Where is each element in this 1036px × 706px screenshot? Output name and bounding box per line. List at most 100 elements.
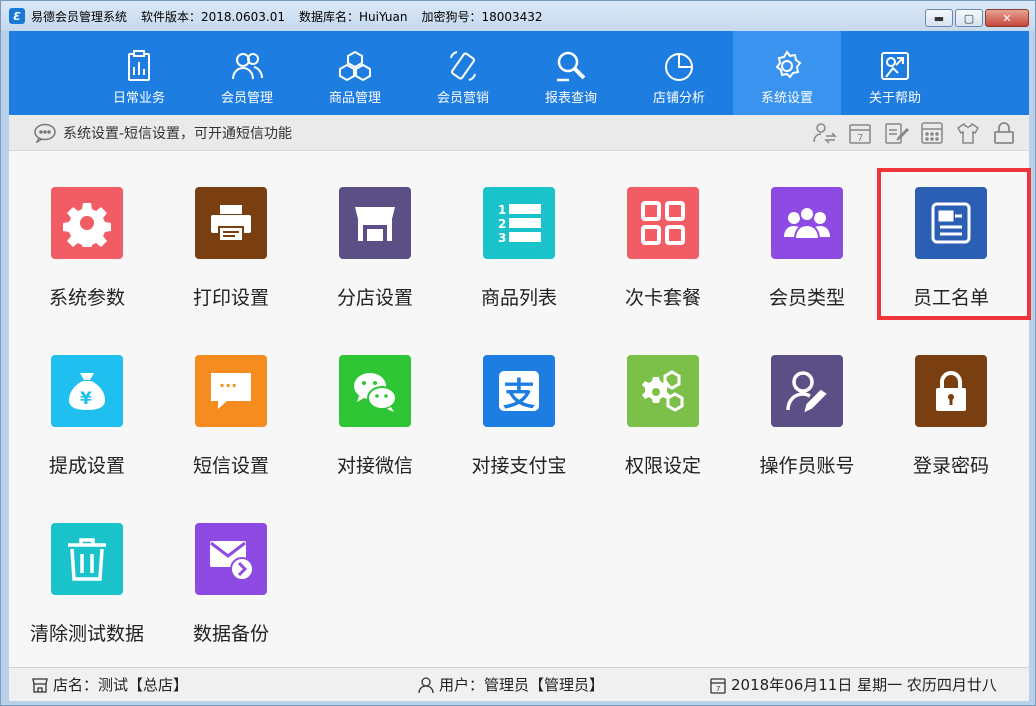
tile-icon-bg [339, 355, 411, 427]
tile-label: 登录密码 [912, 455, 989, 477]
tile-operator-accounts[interactable]: 操作员账号 [735, 319, 879, 479]
tile-label: 打印设置 [192, 287, 269, 309]
nav-item-reports[interactable]: 报表查询 [517, 31, 625, 115]
store-icon [32, 677, 48, 693]
app-name: 易德会员管理系统 [31, 9, 128, 24]
tile-icon-bg [339, 187, 411, 259]
nav-label: 商品管理 [328, 91, 381, 106]
status-user: 用户：管理员【管理员】 [417, 674, 604, 695]
breadcrumb-text: 系统设置-短信设置，可开通短信功能 [63, 125, 293, 142]
tile-icon-bg [627, 187, 699, 259]
tile-icon-bg [195, 187, 267, 259]
window-controls: ▬ ▢ ✕ [925, 9, 1029, 27]
dots-glyph: ··· [219, 376, 237, 395]
tile-icon-bg [51, 523, 123, 595]
tile-label: 系统参数 [48, 287, 125, 309]
user-name: 用户：管理员【管理员】 [439, 676, 605, 694]
settings-grid: 系统参数 打印设置 分店设置 123 商品列表 次卡套餐 会员类型 员工名单 ¥… [9, 151, 1031, 667]
calendar-icon[interactable]: 7 [847, 121, 873, 145]
status-bar: 店名：测试【总店】 用户：管理员【管理员】 7 2018年06月11日 星期一 … [9, 667, 1029, 701]
user-icon [418, 676, 434, 693]
svg-text:1: 1 [498, 203, 506, 217]
phone-icon [450, 51, 476, 81]
tile-icon-bg [771, 355, 843, 427]
tile-label: 操作员账号 [759, 455, 855, 477]
tile-label: 对接微信 [336, 455, 413, 477]
tile-icon-bg [915, 355, 987, 427]
shirt-icon[interactable] [955, 121, 981, 145]
tile-icon-bg: 支 [483, 355, 555, 427]
close-button[interactable]: ✕ [985, 9, 1029, 27]
magnifier-icon [557, 51, 586, 82]
lock-open-icon[interactable] [991, 121, 1017, 145]
minimize-button[interactable]: ▬ [925, 9, 953, 27]
svg-text:2: 2 [498, 217, 506, 231]
nav-item-analysis[interactable]: 店铺分析 [625, 31, 733, 115]
tile-print-settings[interactable]: 打印设置 [159, 151, 303, 311]
tile-label: 次卡套餐 [624, 287, 701, 309]
tile-label: 清除测试数据 [29, 623, 144, 645]
tile-label: 短信设置 [192, 455, 269, 477]
wechat-icon [354, 373, 397, 412]
dongle-text: 加密狗号：18003432 [421, 9, 543, 24]
yen-glyph: ¥ [80, 389, 92, 409]
switch-user-icon[interactable] [811, 121, 837, 145]
clipboard-chart-icon [128, 50, 150, 81]
selection-highlight [877, 168, 1031, 320]
gears-icon [642, 370, 684, 412]
nav-item-daily[interactable]: 日常业务 [85, 31, 193, 115]
nav-label: 报表查询 [544, 91, 597, 106]
nav-item-members[interactable]: 会员管理 [193, 31, 301, 115]
numbered-list-icon: 123 [498, 203, 541, 245]
tile-clear-test-data[interactable]: 清除测试数据 [15, 487, 159, 647]
tile-card-package[interactable]: 次卡套餐 [591, 151, 735, 311]
svg-text:7: 7 [716, 685, 720, 693]
tile-login-password[interactable]: 登录密码 [879, 319, 1023, 479]
app-logo-icon: Ɛ [9, 8, 25, 24]
lock-icon [936, 371, 966, 411]
tile-member-types[interactable]: 会员类型 [735, 151, 879, 311]
svg-text:3: 3 [498, 231, 506, 245]
gear-icon [775, 50, 802, 79]
tile-label: 对接支付宝 [471, 455, 567, 477]
maximize-button[interactable]: ▢ [955, 9, 983, 27]
app-window: Ɛ 易德会员管理系统 软件版本：2018.0603.01 数据库名：HuiYua… [0, 0, 1036, 706]
calculator-icon[interactable] [919, 121, 945, 145]
tile-icon-bg [195, 523, 267, 595]
members-icon [784, 206, 830, 240]
tile-icon-bg: 123 [483, 187, 555, 259]
chat-bubble-icon [34, 123, 56, 143]
nav-label: 日常业务 [112, 91, 165, 106]
nav-item-marketing[interactable]: 会员营销 [409, 31, 517, 115]
tile-data-backup[interactable]: 数据备份 [159, 487, 303, 647]
edit-note-icon[interactable] [883, 121, 909, 145]
boxes-icon [339, 50, 371, 82]
tile-alipay[interactable]: 支 对接支付宝 [447, 319, 591, 479]
tile-icon-bg: ··· [195, 355, 267, 427]
tile-permissions[interactable]: 权限设定 [591, 319, 735, 479]
title-bar: Ɛ 易德会员管理系统 软件版本：2018.0603.01 数据库名：HuiYua… [1, 1, 1035, 31]
tile-icon-bg [51, 187, 123, 259]
tile-label: 商品列表 [480, 287, 557, 309]
tile-product-list[interactable]: 123 商品列表 [447, 151, 591, 311]
tile-wechat[interactable]: 对接微信 [303, 319, 447, 479]
alipay-icon: 支 [499, 371, 539, 413]
user-edit-icon [786, 371, 827, 413]
breadcrumb: 系统设置-短信设置，可开通短信功能 7 [9, 115, 1029, 151]
tile-system-params[interactable]: 系统参数 [15, 151, 159, 311]
nav-label: 关于帮助 [868, 91, 921, 106]
tile-commission-settings[interactable]: ¥ 提成设置 [15, 319, 159, 479]
trash-icon [68, 538, 106, 581]
nav-item-settings[interactable]: 系统设置 [733, 31, 841, 115]
tile-label: 数据备份 [192, 623, 269, 645]
nav-item-products[interactable]: 商品管理 [301, 31, 409, 115]
database-text: 数据库名：HuiYuan [299, 9, 408, 24]
store-name: 店名：测试【总店】 [53, 676, 189, 694]
tile-branch-settings[interactable]: 分店设置 [303, 151, 447, 311]
tile-sms-settings[interactable]: ··· 短信设置 [159, 319, 303, 479]
gear-icon [63, 203, 111, 247]
nav-item-help[interactable]: 关于帮助 [841, 31, 949, 115]
alipay-glyph: 支 [503, 375, 535, 413]
grid-icon [641, 201, 685, 245]
message-icon: ··· [211, 373, 251, 409]
